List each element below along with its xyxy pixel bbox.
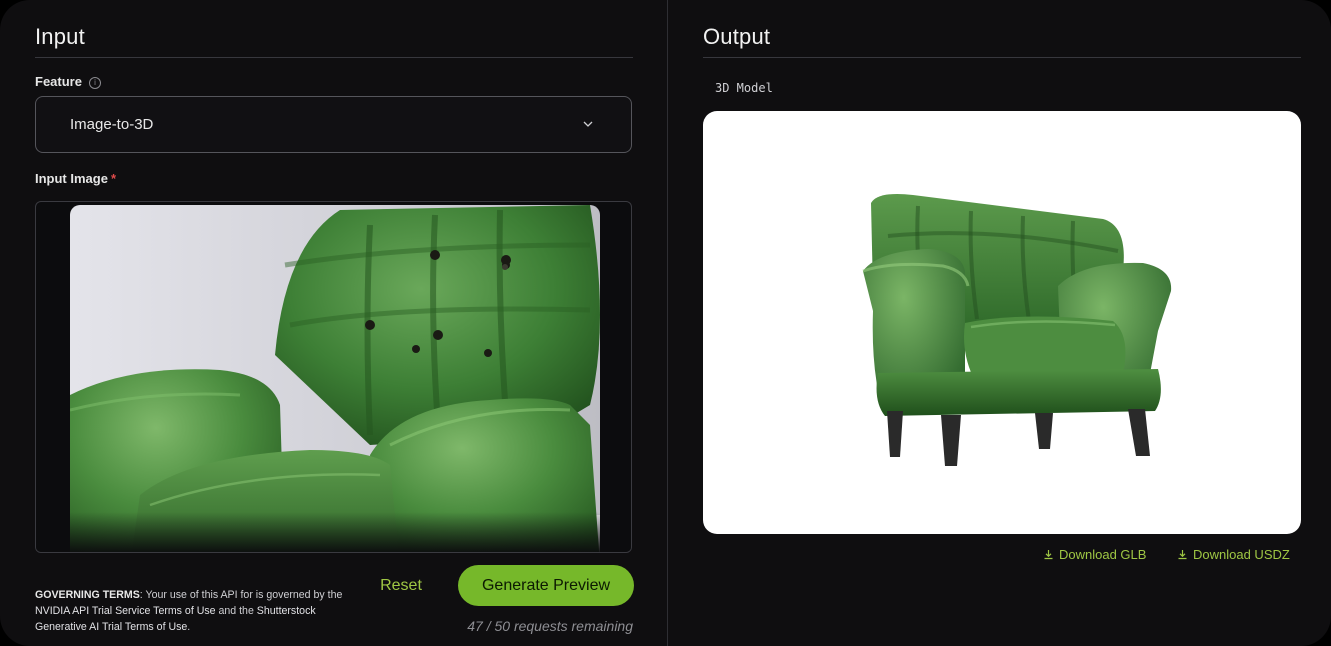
info-icon[interactable]: i [88, 77, 101, 89]
input-image-label: Input Image * [35, 171, 116, 186]
3d-model-viewer[interactable] [703, 111, 1301, 534]
input-image-dropzone[interactable] [35, 201, 632, 553]
input-title: Input [35, 24, 85, 49]
requests-remaining: 47 / 50 requests remaining [467, 618, 633, 634]
terms-heading: GOVERNING TERMS [35, 589, 140, 601]
terms-text-2: and the [215, 605, 257, 617]
feature-label: Feature i [35, 74, 101, 89]
required-mark: * [110, 171, 117, 186]
armchair-photo [70, 205, 600, 552]
chevron-down-icon [583, 121, 593, 127]
output-title-rule [703, 57, 1301, 58]
armchair-3d-model [862, 194, 1172, 466]
input-image [70, 205, 600, 552]
download-usdz-link[interactable]: Download USDZ [1177, 547, 1290, 562]
terms-link-nvidia[interactable]: NVIDIA API Trial Service Terms of Use [35, 605, 216, 617]
download-usdz-label: Download USDZ [1193, 547, 1290, 562]
feature-label-text: Feature [35, 74, 82, 89]
download-glb-link[interactable]: Download GLB [1043, 547, 1146, 562]
download-glb-label: Download GLB [1059, 547, 1147, 562]
input-image-label-text: Input Image [35, 171, 108, 186]
generate-preview-button[interactable]: Generate Preview [458, 565, 634, 606]
terms-text-3: . [187, 621, 191, 633]
model-label: 3D Model [715, 81, 773, 95]
panel-divider [667, 0, 668, 646]
app-frame: Input Feature i Image-to-3D Input Image * [0, 0, 1331, 646]
reset-button[interactable]: Reset [363, 567, 439, 605]
governing-terms: GOVERNING TERMS: Your use of this API fo… [35, 587, 345, 635]
download-icon [1044, 550, 1053, 560]
feature-select-value: Image-to-3D [70, 116, 154, 133]
feature-select[interactable]: Image-to-3D [35, 96, 632, 153]
download-icon [1178, 550, 1187, 560]
image-bottom-fade [36, 512, 631, 552]
input-title-rule [35, 57, 633, 58]
terms-text-1: : Your use of this API for is governed b… [139, 589, 343, 601]
output-title: Output [703, 24, 771, 49]
